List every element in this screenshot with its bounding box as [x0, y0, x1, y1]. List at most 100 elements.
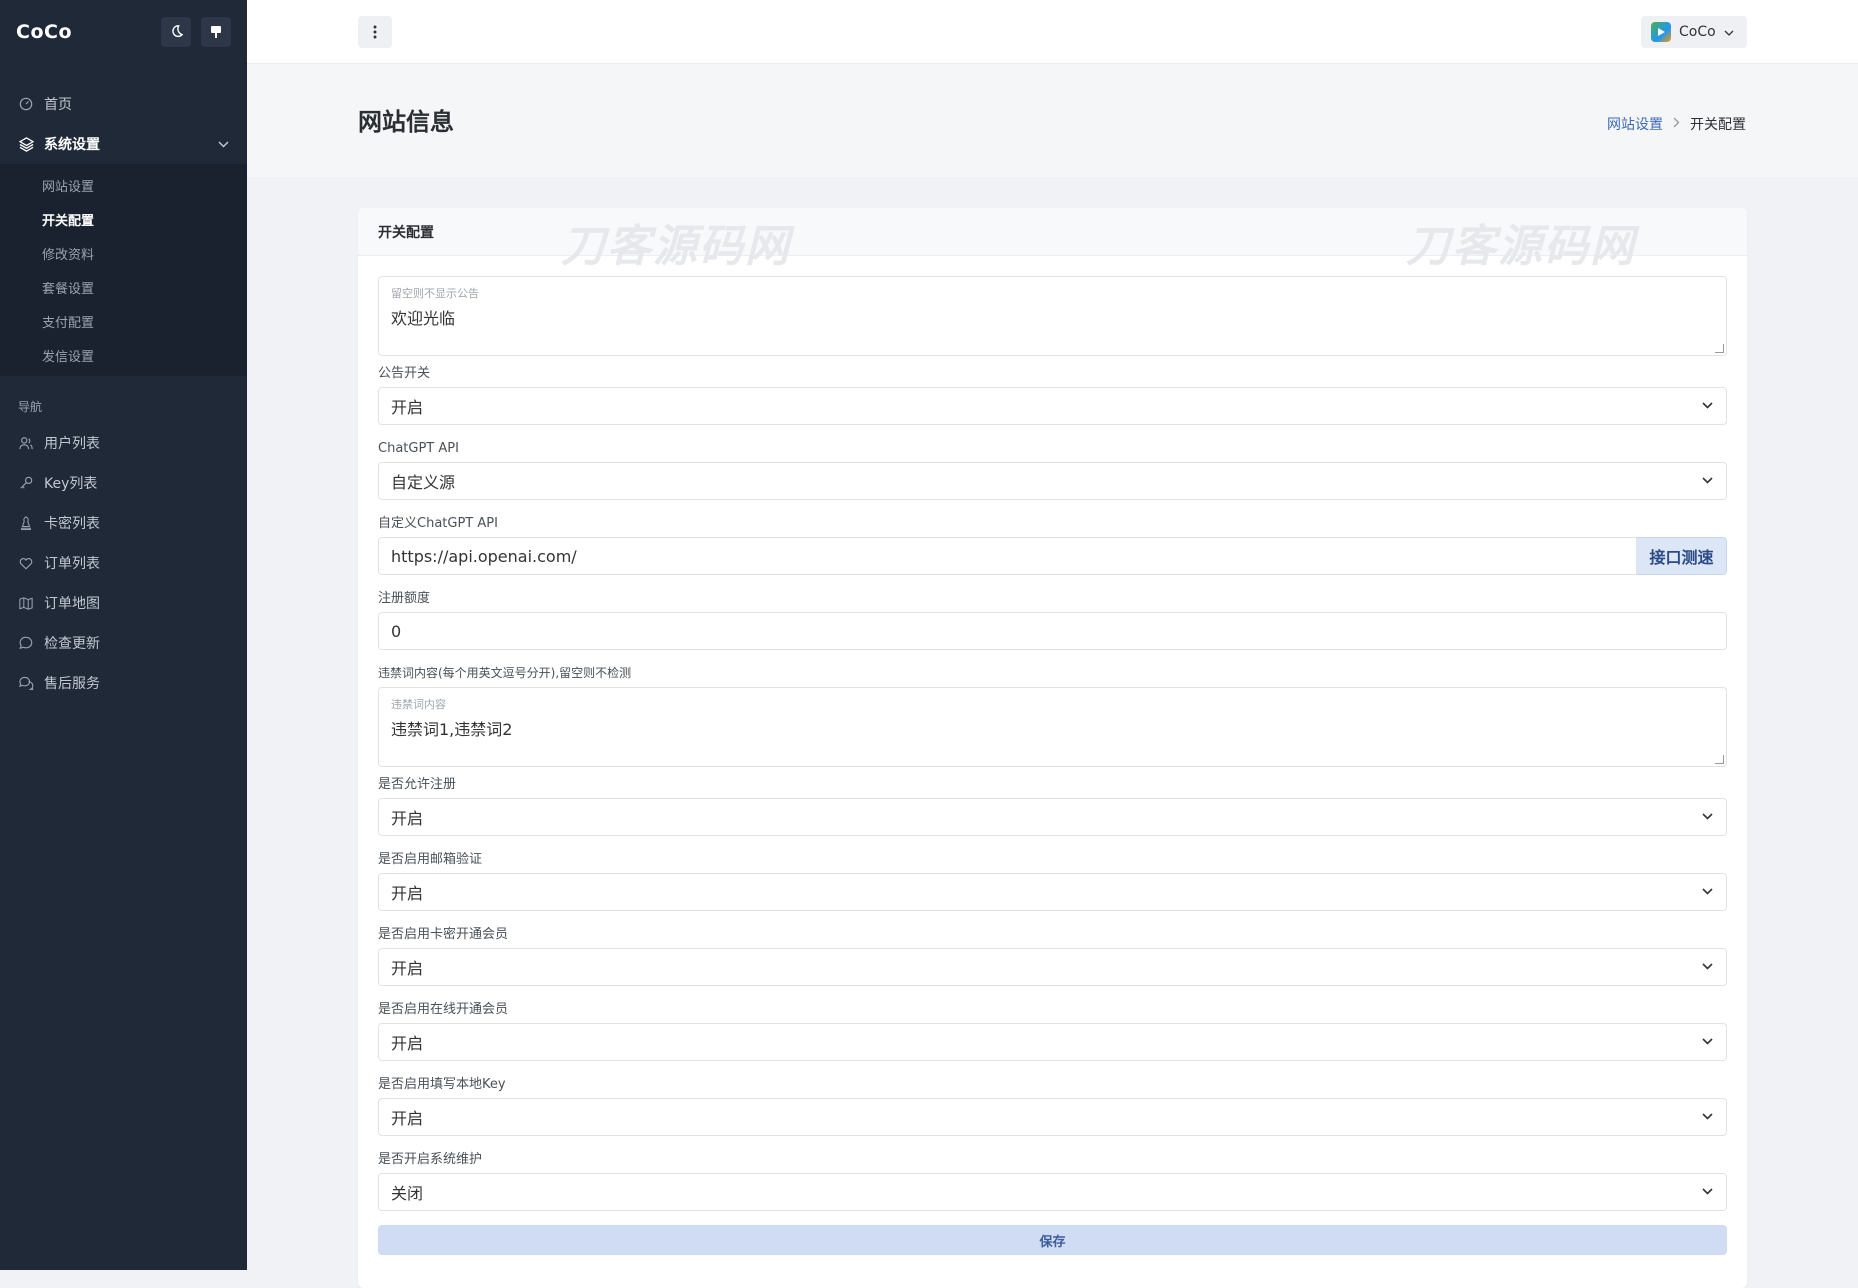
chevron-down-icon [1700, 1184, 1714, 1198]
local-key-select[interactable]: 开启 [378, 1098, 1727, 1136]
avatar [1651, 22, 1671, 42]
settings-card: 开关配置 刀客源码网 刀客源码网 留空则不显示公告 欢迎光临 公告开关 开启 C… [358, 208, 1747, 1288]
sidebar-item-system-settings[interactable]: 系统设置 [0, 124, 247, 164]
chevron-down-icon [1700, 1034, 1714, 1048]
submenu-item-plan-settings[interactable]: 套餐设置 [0, 270, 247, 304]
custom-api-input[interactable]: https://api.openai.com/ [378, 537, 1637, 575]
notice-switch-select[interactable]: 开启 [378, 387, 1727, 425]
users-icon [18, 435, 34, 451]
select-value: 开启 [391, 809, 424, 828]
chatgpt-api-label: ChatGPT API [378, 441, 459, 456]
custom-api-group: https://api.openai.com/ 接口测速 [378, 537, 1727, 575]
select-value: 开启 [391, 959, 424, 978]
chevron-down-icon [218, 137, 229, 151]
kebab-menu-icon [373, 25, 377, 39]
brand-logo[interactable]: CoCo [16, 21, 151, 43]
submenu-item-site-settings[interactable]: 网站设置 [0, 168, 247, 202]
sidebar-item-label: 检查更新 [44, 636, 100, 652]
sidebar-item-label: 售后服务 [44, 676, 100, 692]
heart-icon [18, 555, 34, 571]
notice-placeholder: 留空则不显示公告 [391, 287, 479, 300]
sidebar-item-home[interactable]: 首页 [0, 84, 247, 124]
chevron-down-icon [1700, 473, 1714, 487]
banned-words-placeholder: 违禁词内容 [391, 698, 446, 711]
card-member-label: 是否启用卡密开通会员 [378, 927, 509, 942]
user-name: CoCo [1679, 24, 1716, 40]
card-title: 开关配置 [378, 224, 434, 241]
email-verify-select[interactable]: 开启 [378, 873, 1727, 911]
submenu-item-mail-settings[interactable]: 发信设置 [0, 338, 247, 372]
pin-icon [211, 25, 221, 38]
chevron-down-icon [1700, 884, 1714, 898]
input-value: 0 [391, 621, 402, 641]
online-member-label: 是否启用在线开通会员 [378, 1002, 509, 1017]
submenu-item-payment-config[interactable]: 支付配置 [0, 304, 247, 338]
resize-handle[interactable] [1715, 344, 1724, 353]
local-key-label: 是否启用填写本地Key [378, 1077, 506, 1092]
allow-register-label: 是否允许注册 [378, 777, 457, 792]
chevron-right-icon [1673, 117, 1680, 131]
submenu-item-edit-profile[interactable]: 修改资料 [0, 236, 247, 270]
save-button[interactable]: 保存 [378, 1225, 1727, 1255]
resize-handle[interactable] [1715, 755, 1724, 764]
banned-words-label: 违禁词内容(每个用英文逗号分开),留空则不检测 [378, 666, 632, 680]
breadcrumb-current: 开关配置 [1690, 117, 1746, 133]
sidebar-pin-button[interactable] [201, 16, 231, 47]
sidebar-item-label: 用户列表 [44, 436, 100, 452]
chevron-down-icon [1700, 398, 1714, 412]
chess-icon [18, 515, 34, 531]
settings-form: 留空则不显示公告 欢迎光临 公告开关 开启 ChatGPT API 自定义源 自… [358, 256, 1747, 1255]
banned-words-textarea[interactable]: 违禁词内容 违禁词1,违禁词2 [378, 687, 1727, 767]
breadcrumb: 网站设置 开关配置 [1607, 114, 1746, 134]
sidebar-section-title: 导航 [18, 400, 43, 414]
register-quota-input[interactable]: 0 [378, 612, 1727, 650]
sidebar-item-label: Key列表 [44, 476, 98, 492]
user-menu[interactable]: CoCo [1641, 16, 1747, 48]
sidebar-item-label: 订单地图 [44, 596, 100, 612]
sidebar: CoCo 首页 系统设置 网站设置 开关配置 修改资料 套餐设置 支付配置 发信… [0, 0, 247, 1270]
sidebar-item-order-map[interactable]: 订单地图 [0, 583, 247, 623]
select-value: 自定义源 [391, 473, 456, 492]
notice-textarea[interactable]: 留空则不显示公告 欢迎光临 [378, 276, 1727, 356]
allow-register-select[interactable]: 开启 [378, 798, 1727, 836]
sidebar-item-label: 系统设置 [44, 137, 100, 153]
sidebar-item-user-list[interactable]: 用户列表 [0, 423, 247, 463]
submenu-item-switch-config[interactable]: 开关配置 [0, 202, 247, 236]
more-options-button[interactable] [358, 16, 392, 48]
sidebar-item-label: 首页 [44, 97, 72, 113]
sidebar-item-order-list[interactable]: 订单列表 [0, 543, 247, 583]
chevron-down-icon [1700, 959, 1714, 973]
sidebar-item-after-sales[interactable]: 售后服务 [0, 663, 247, 703]
chevron-down-icon [1700, 809, 1714, 823]
sidebar-item-card-list[interactable]: 卡密列表 [0, 503, 247, 543]
map-icon [18, 595, 34, 611]
breadcrumb-link-site-settings[interactable]: 网站设置 [1607, 114, 1663, 134]
api-speed-test-button[interactable]: 接口测速 [1637, 537, 1727, 575]
page-title: 网站信息 [358, 108, 454, 136]
sidebar-item-key-list[interactable]: Key列表 [0, 463, 247, 503]
select-value: 开启 [391, 884, 424, 903]
maintenance-select[interactable]: 关闭 [378, 1173, 1727, 1211]
topbar: CoCo [247, 0, 1858, 64]
dashboard-icon [18, 96, 34, 112]
moon-icon [172, 24, 183, 37]
chatgpt-api-select[interactable]: 自定义源 [378, 462, 1727, 500]
card-header: 开关配置 刀客源码网 刀客源码网 [358, 208, 1747, 272]
select-value: 关闭 [391, 1184, 424, 1203]
card-member-select[interactable]: 开启 [378, 948, 1727, 986]
sidebar-item-check-update[interactable]: 检查更新 [0, 623, 247, 663]
chat-icon [18, 635, 34, 651]
online-member-select[interactable]: 开启 [378, 1023, 1727, 1061]
sidebar-item-label: 卡密列表 [44, 516, 100, 532]
select-value: 开启 [391, 1109, 424, 1128]
key-icon [18, 475, 34, 491]
register-quota-label: 注册额度 [378, 591, 431, 606]
dark-mode-toggle[interactable] [161, 16, 191, 47]
chevron-down-icon [1700, 1109, 1714, 1123]
email-verify-label: 是否启用邮箱验证 [378, 852, 483, 867]
custom-api-label: 自定义ChatGPT API [378, 516, 498, 531]
chats-icon [18, 675, 34, 691]
input-value: https://api.openai.com/ [391, 546, 577, 566]
play-icon [1658, 28, 1665, 36]
notice-switch-label: 公告开关 [378, 366, 431, 381]
